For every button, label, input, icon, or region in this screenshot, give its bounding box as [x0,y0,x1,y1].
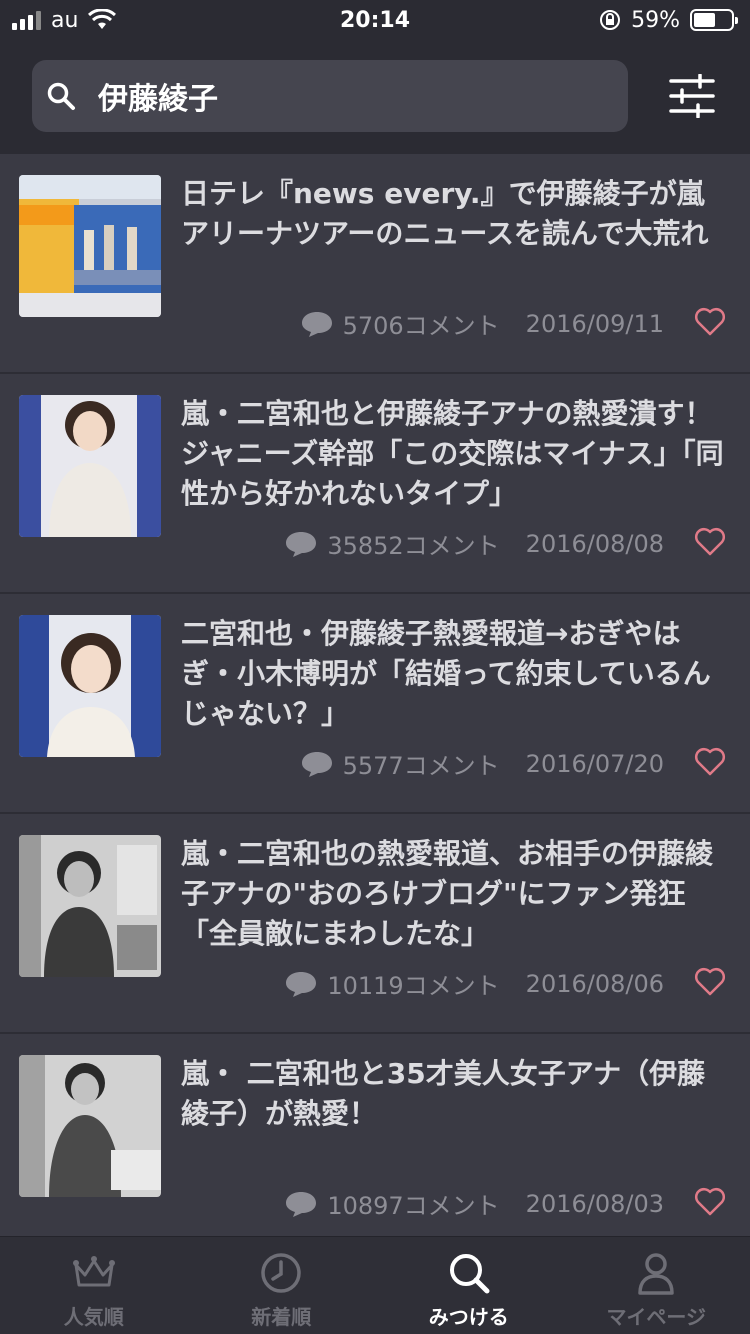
tab-discover[interactable]: みつける [375,1237,563,1334]
tab-label: みつける [428,1305,509,1329]
status-left: au [12,7,117,33]
article-item[interactable]: 嵐・二宮和也と伊藤綾子アナの熱愛潰す！ジャニーズ幹部「この交際はマイナス」「同性… [0,374,750,594]
comment-icon [301,311,332,337]
article-item[interactable]: 嵐・ 二宮和也と35才美人女子アナ（伊藤綾子）が熱愛！ 10897コメント 20… [0,1034,750,1254]
article-title: 二宮和也・伊藤綾子熱愛報道→おぎやはぎ・小木博明が「結婚って約束しているんじゃな… [181,617,711,730]
comment-icon [301,751,332,777]
article-date: 2016/08/03 [525,1189,664,1218]
signal-icon [12,10,41,30]
comment-count: 35852コメント [327,532,500,560]
comment-count: 5577コメント [342,752,500,780]
article-title: 嵐・ 二宮和也と35才美人女子アナ（伊藤綾子）が熱愛！ [181,1057,706,1130]
heart-icon[interactable] [694,526,726,556]
article-thumbnail [19,1055,161,1197]
search-header [0,40,750,154]
comment-count: 5706コメント [342,312,500,340]
search-icon [449,1254,490,1294]
search-bar[interactable] [32,60,628,132]
search-icon [47,82,75,110]
tab-label: マイページ [606,1305,707,1329]
person-icon [638,1253,674,1295]
tab-popular[interactable]: 人気順 [0,1237,188,1334]
article-item[interactable]: 嵐・二宮和也の熱愛報道、お相手の伊藤綾子アナの"おのろけブログ"にファン発狂「全… [0,814,750,1034]
comment-icon [286,531,317,557]
article-title: 日テレ『news every.』で伊藤綾子が嵐アリーナツアーのニュースを読んで大… [181,177,709,250]
heart-icon[interactable] [694,306,726,336]
heart-icon[interactable] [694,746,726,776]
tab-bar: 人気順 新着順 みつける マイページ [0,1236,750,1334]
comment-count: 10897コメント [327,1192,500,1220]
tab-label: 新着順 [251,1305,312,1329]
tab-mypage[interactable]: マイページ [563,1237,750,1334]
article-thumbnail [19,835,161,977]
article-thumbnail [19,615,161,757]
article-meta: 10897コメント 2016/08/03 [285,1186,664,1221]
crown-icon [72,1256,115,1287]
article-date: 2016/08/06 [525,969,664,998]
article-meta: 10119コメント 2016/08/06 [285,966,664,1001]
carrier-label: au [51,7,79,33]
clock-icon [261,1253,301,1293]
article-item[interactable]: 二宮和也・伊藤綾子熱愛報道→おぎやはぎ・小木博明が「結婚って約束しているんじゃな… [0,594,750,814]
comment-icon [286,1191,317,1217]
heart-icon[interactable] [694,1186,726,1216]
article-meta: 35852コメント 2016/08/08 [285,526,664,561]
article-meta: 5706コメント 2016/09/11 [301,306,664,341]
battery-icon [690,9,738,31]
article-date: 2016/08/08 [525,529,664,558]
article-title: 嵐・二宮和也と伊藤綾子アナの熱愛潰す！ジャニーズ幹部「この交際はマイナス」「同性… [181,397,724,510]
article-item[interactable]: 日テレ『news every.』で伊藤綾子が嵐アリーナツアーのニュースを読んで大… [0,154,750,374]
article-meta: 5577コメント 2016/07/20 [301,746,664,781]
battery-percent: 59% [631,7,680,33]
article-date: 2016/07/20 [525,749,664,778]
comment-icon [286,971,317,997]
search-input[interactable] [98,78,578,114]
status-bar: au 20:14 59% [0,0,750,40]
article-date: 2016/09/11 [525,309,664,338]
comment-count: 10119コメント [327,972,500,1000]
heart-icon[interactable] [694,966,726,996]
status-right: 59% [599,7,738,33]
article-list: 日テレ『news every.』で伊藤綾子が嵐アリーナツアーのニュースを読んで大… [0,154,750,1254]
tab-label: 人気順 [63,1305,124,1329]
filter-settings-icon[interactable] [668,74,716,118]
article-thumbnail [19,395,161,537]
article-title: 嵐・二宮和也の熱愛報道、お相手の伊藤綾子アナの"おのろけブログ"にファン発狂「全… [181,837,714,950]
tab-newest[interactable]: 新着順 [188,1237,376,1334]
wifi-icon [88,9,117,29]
article-thumbnail [19,175,161,317]
orientation-lock-icon [600,10,621,30]
